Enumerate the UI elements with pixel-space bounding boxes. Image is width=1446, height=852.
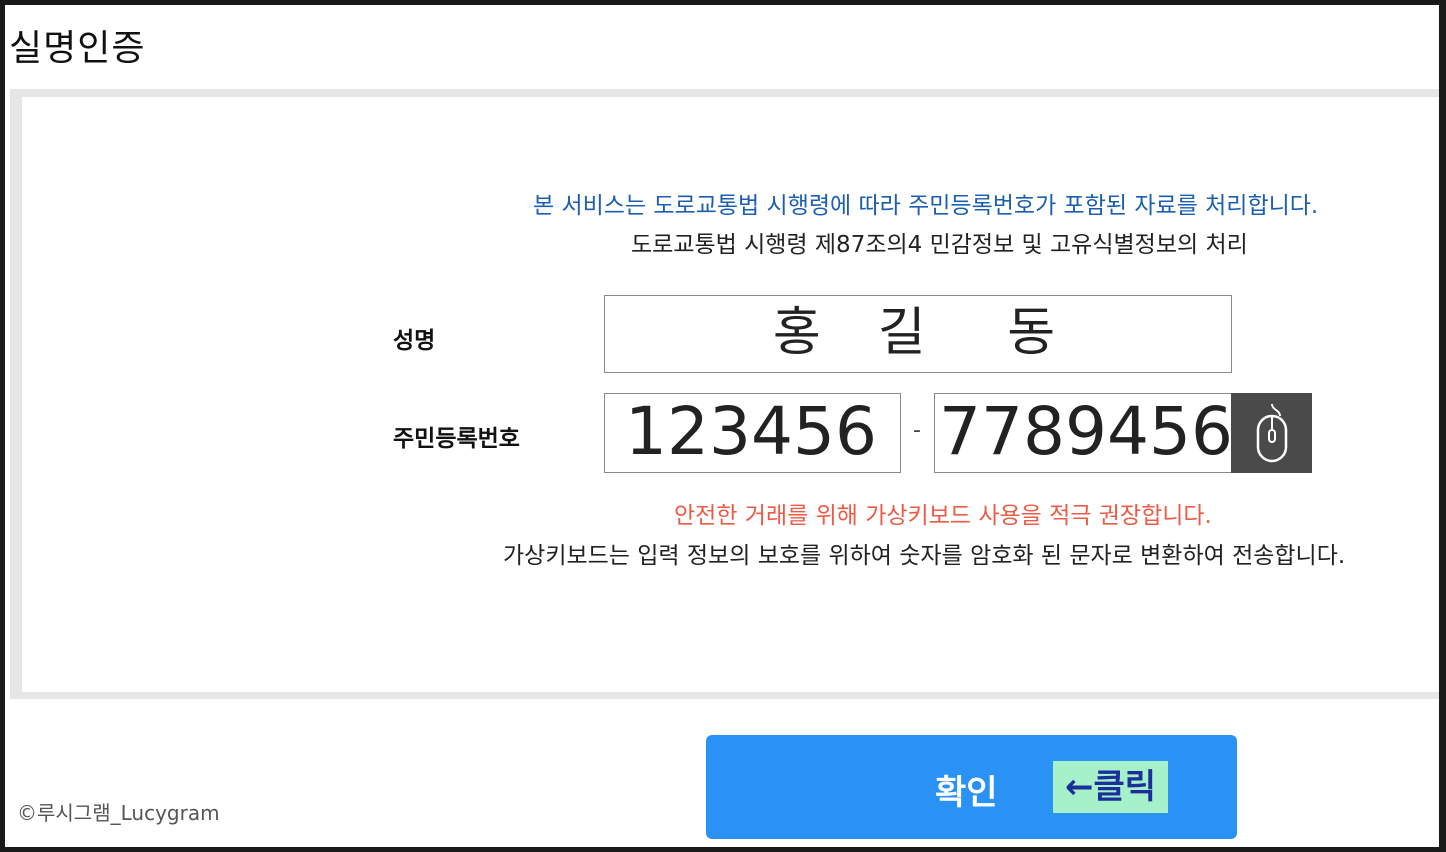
click-hint-annotation: ←클릭 bbox=[1053, 761, 1168, 813]
virtual-keyboard-recommendation: 안전한 거래를 위해 가상키보드 사용을 적극 권장합니다. bbox=[674, 503, 1212, 529]
confirm-button-label: 확인 bbox=[935, 773, 998, 813]
service-notice: 본 서비스는 도로교통법 시행령에 따라 주민등록번호가 포함된 자료를 처리합… bbox=[533, 193, 1319, 219]
rrn-front-input[interactable]: 123456 bbox=[604, 393, 901, 473]
rrn-label: 주민등록번호 bbox=[393, 426, 520, 452]
rrn-separator: - bbox=[913, 418, 921, 443]
copyright-watermark: ©루시그램_Lucygram bbox=[17, 801, 220, 825]
name-input[interactable]: 홍 길 동 bbox=[604, 295, 1232, 373]
page-title: 실명인증 bbox=[9, 28, 146, 69]
confirm-button[interactable]: 확인 ←클릭 bbox=[706, 735, 1237, 839]
rrn-back-input[interactable]: 7789456 bbox=[934, 393, 1232, 473]
virtual-keyboard-button[interactable] bbox=[1231, 393, 1312, 473]
name-label: 성명 bbox=[393, 328, 436, 354]
verification-panel: 실명인증 본 서비스는 도로교통법 시행령에 따라 주민등록번호가 포함된 자료… bbox=[5, 5, 1439, 847]
law-notice: 도로교통법 시행령 제87조의4 민감정보 및 고유식별정보의 처리 bbox=[631, 232, 1248, 258]
virtual-keyboard-description: 가상키보드는 입력 정보의 보호를 위하여 숫자를 암호화 된 문자로 변환하여… bbox=[503, 543, 1346, 569]
mouse-icon bbox=[1256, 403, 1287, 463]
